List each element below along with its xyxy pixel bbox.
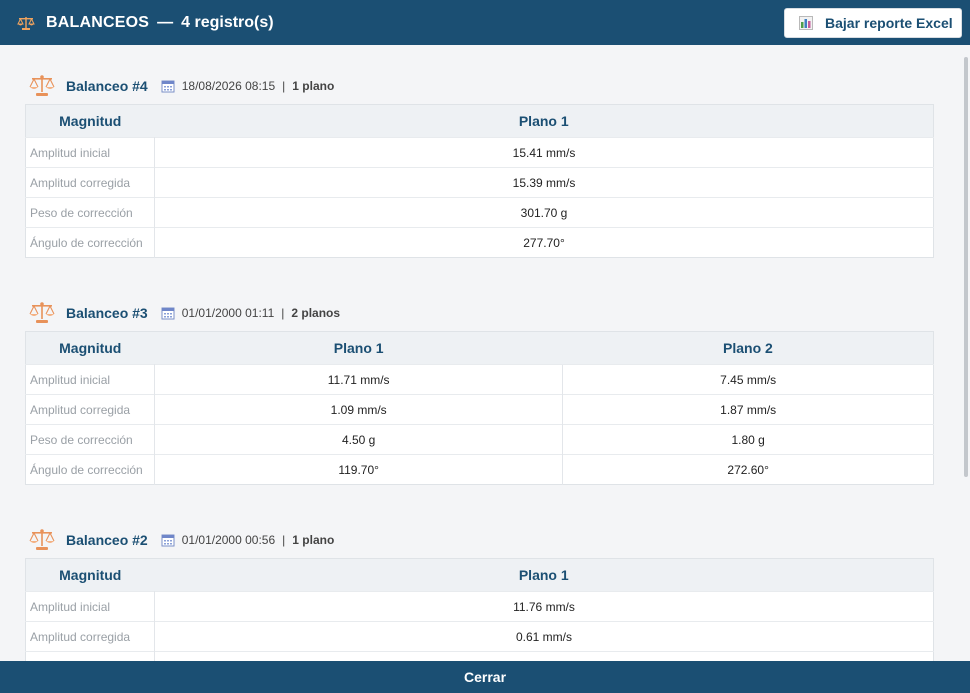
balance-scale-icon xyxy=(16,13,36,33)
table-row: Amplitud inicial 11.71 mm/s 7.45 mm/s xyxy=(25,364,934,395)
header-separator: | xyxy=(282,79,286,93)
cell-value: 1.87 mm/s xyxy=(562,394,934,425)
table-row: Amplitud corregida 15.39 mm/s xyxy=(25,167,934,198)
cell-value: 277.70° xyxy=(154,227,934,258)
cell-value: 15.41 mm/s xyxy=(154,137,934,168)
row-label: Amplitud corregida xyxy=(25,621,155,652)
balance-record: Balanceo #4 18/08/2026 08:15 | 1 plano Magni… xyxy=(25,68,934,258)
cell-value: 1.80 g xyxy=(562,424,934,455)
record-planes: 1 plano xyxy=(292,533,335,547)
balance-scale-icon xyxy=(29,301,55,325)
vertical-scrollbar[interactable] xyxy=(962,45,970,661)
balance-scale-icon xyxy=(29,528,55,552)
column-header: Plano 1 xyxy=(154,558,934,592)
record-planes: 1 plano xyxy=(292,79,335,93)
table-row: Amplitud inicial 11.76 mm/s xyxy=(25,591,934,622)
cell-value: 7.45 mm/s xyxy=(562,364,934,395)
column-header: Plano 2 xyxy=(562,331,934,365)
table-row: Peso de corrección 301.70 g xyxy=(25,197,934,228)
cell-value: 119.70° xyxy=(154,454,563,485)
spreadsheet-icon xyxy=(799,16,813,30)
record-date: 18/08/2026 08:15 xyxy=(181,79,276,93)
table-row: Peso de corrección xyxy=(25,651,934,661)
table-row: Amplitud corregida 1.09 mm/s 1.87 mm/s xyxy=(25,394,934,425)
cell-value: 4.50 g xyxy=(154,424,563,455)
cell-value: 1.09 mm/s xyxy=(154,394,563,425)
balance-record: Balanceo #2 01/01/2000 00:56 | 1 plano Magni… xyxy=(25,522,934,661)
table-row: Peso de corrección 4.50 g 1.80 g xyxy=(25,424,934,455)
table-row: Ángulo de corrección 277.70° xyxy=(25,227,934,258)
header-separator: | xyxy=(282,533,286,547)
row-label: Amplitud inicial xyxy=(25,364,155,395)
row-label: Amplitud corregida xyxy=(25,394,155,425)
cell-value: 11.76 mm/s xyxy=(154,591,934,622)
cell-value: 301.70 g xyxy=(154,197,934,228)
cell-value: 15.39 mm/s xyxy=(154,167,934,198)
calendar-icon xyxy=(161,79,175,93)
table-row: Amplitud corregida 0.61 mm/s xyxy=(25,621,934,652)
table-row: Amplitud inicial 15.41 mm/s xyxy=(25,137,934,168)
row-label: Peso de corrección xyxy=(25,197,155,228)
row-label: Peso de corrección xyxy=(25,424,155,455)
balance-scale-icon xyxy=(29,74,55,98)
row-label: Ángulo de corrección xyxy=(25,454,155,485)
row-label: Amplitud inicial xyxy=(25,137,155,168)
record-planes: 2 planos xyxy=(291,306,341,320)
page-title: BALANCEOS xyxy=(46,13,150,31)
cell-value: 0.61 mm/s xyxy=(154,621,934,652)
balance-record: Balanceo #3 01/01/2000 01:11 | 2 planos Magn… xyxy=(25,295,934,485)
column-header: Magnitud xyxy=(25,104,155,138)
record-title: Balanceo #4 xyxy=(66,78,148,94)
record-title: Balanceo #3 xyxy=(66,305,148,321)
record-date: 01/01/2000 00:56 xyxy=(181,533,276,547)
balance-table: Magnitud Plano 1 Amplitud inicial 11.76 mm/… xyxy=(25,558,934,661)
column-header: Magnitud xyxy=(25,558,155,592)
cell-value xyxy=(154,651,934,661)
row-label: Peso de corrección xyxy=(25,651,155,661)
balance-table: Magnitud Plano 1 Amplitud inicial 15.41 mm/… xyxy=(25,104,934,258)
close-button-label: Cerrar xyxy=(463,669,507,685)
column-header: Magnitud xyxy=(25,331,155,365)
record-header: Balanceo #3 01/01/2000 01:11 | 2 planos xyxy=(25,295,934,331)
row-label: Amplitud corregida xyxy=(25,167,155,198)
close-button[interactable]: Cerrar xyxy=(0,661,970,693)
scrollbar-thumb[interactable] xyxy=(964,57,968,477)
row-label: Ángulo de corrección xyxy=(25,227,155,258)
download-excel-button[interactable]: Bajar reporte Excel xyxy=(784,8,962,38)
title-bar: BALANCEOS — 4 registro(s) Bajar reporte … xyxy=(0,0,970,45)
records-list[interactable]: Balanceo #4 18/08/2026 08:15 | 1 plano Magni… xyxy=(0,45,962,661)
header-separator: | xyxy=(281,306,285,320)
record-count: 4 registro(s) xyxy=(181,13,274,31)
balance-table: Magnitud Plano 1 Plano 2 Amplitud inicial 11… xyxy=(25,331,934,485)
column-header: Plano 1 xyxy=(154,331,563,365)
record-header: Balanceo #2 01/01/2000 00:56 | 1 plano xyxy=(25,522,934,558)
record-header: Balanceo #4 18/08/2026 08:15 | 1 plano xyxy=(25,68,934,104)
cell-value: 11.71 mm/s xyxy=(154,364,563,395)
column-header: Plano 1 xyxy=(154,104,934,138)
record-title: Balanceo #2 xyxy=(66,532,148,548)
record-date: 01/01/2000 01:11 xyxy=(181,306,275,320)
cell-value: 272.60° xyxy=(562,454,934,485)
calendar-icon xyxy=(161,533,175,547)
download-excel-label: Bajar reporte Excel xyxy=(825,15,953,31)
table-row: Ángulo de corrección 119.70° 272.60° xyxy=(25,454,934,485)
table-header-row: Magnitud Plano 1 xyxy=(25,104,934,138)
row-label: Amplitud inicial xyxy=(25,591,155,622)
calendar-icon xyxy=(161,306,175,320)
table-header-row: Magnitud Plano 1 xyxy=(25,558,934,592)
title-dash: — xyxy=(157,13,174,31)
table-header-row: Magnitud Plano 1 Plano 2 xyxy=(25,331,934,365)
